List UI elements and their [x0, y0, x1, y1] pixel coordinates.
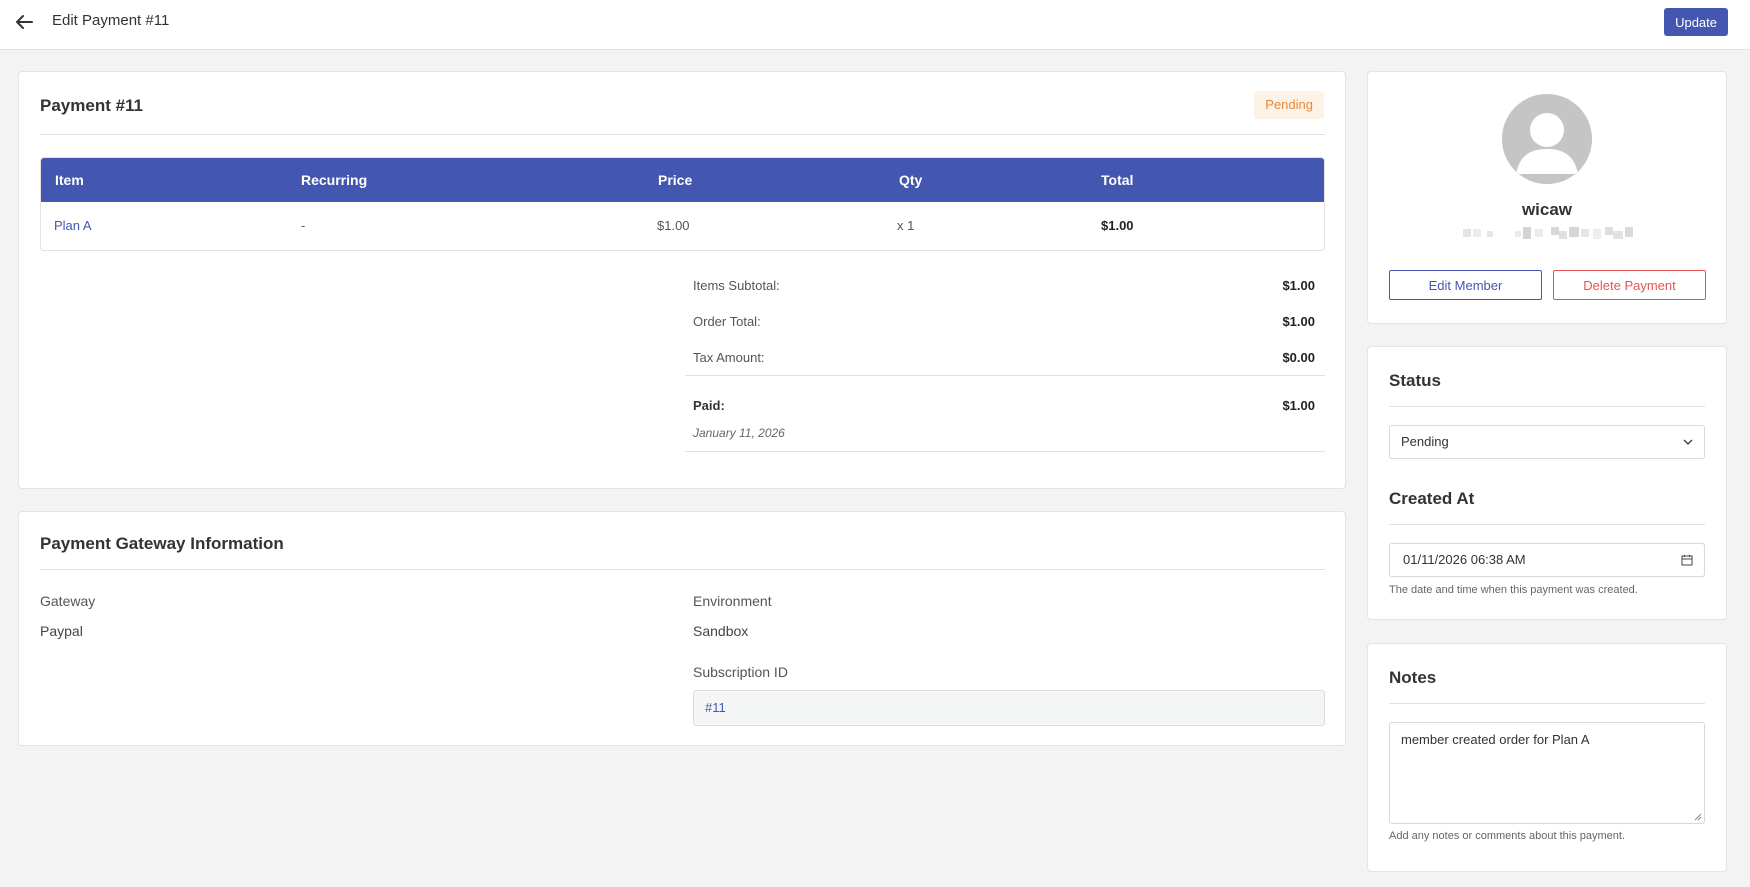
divider	[1389, 406, 1705, 407]
status-card: Status Pending Created At 01/11/2026 06:…	[1367, 346, 1727, 620]
item-total: $1.00	[1101, 218, 1134, 233]
tax-label: Tax Amount:	[693, 350, 765, 365]
arrow-left-icon	[16, 15, 33, 29]
item-price: $1.00	[657, 218, 690, 233]
divider	[1389, 703, 1705, 704]
top-bar: Edit Payment #11 Update	[0, 0, 1750, 50]
notes-value: member created order for Plan A	[1401, 732, 1590, 747]
page-title: Edit Payment #11	[52, 12, 170, 29]
header-item: Item	[55, 172, 84, 188]
summary-subtotal: Items Subtotal: $1.00	[693, 278, 1325, 293]
paid-value: $1.00	[1282, 398, 1315, 413]
divider	[685, 451, 1325, 452]
member-name: wicaw	[1521, 200, 1573, 219]
subscription-label: Subscription ID	[693, 664, 788, 680]
divider	[685, 375, 1325, 376]
order-total-value: $1.00	[1282, 314, 1315, 329]
gateway-label: Gateway	[40, 593, 96, 609]
calendar-icon[interactable]	[1681, 554, 1693, 566]
summary-tax: Tax Amount: $0.00	[693, 350, 1325, 365]
environment-label: Environment	[693, 593, 772, 609]
created-at-help: The date and time when this payment was …	[1389, 584, 1638, 596]
paid-label: Paid:	[693, 398, 725, 413]
subtotal-value: $1.00	[1282, 278, 1315, 293]
gateway-value: Paypal	[40, 623, 83, 639]
created-at-value: 01/11/2026 06:38 AM	[1403, 552, 1526, 567]
divider	[40, 134, 1325, 135]
chevron-down-icon	[1683, 439, 1693, 445]
avatar	[1502, 94, 1592, 184]
header-price: Price	[658, 172, 693, 188]
created-at-title: Created At	[1389, 489, 1475, 508]
redacted-email	[1463, 227, 1633, 239]
divider	[40, 569, 1325, 570]
table-header: Item Recurring Price Qty Total	[41, 158, 1324, 202]
resize-handle-icon[interactable]	[1693, 812, 1702, 821]
order-total-label: Order Total:	[693, 314, 761, 329]
notes-title: Notes	[1389, 668, 1437, 687]
status-badge: Pending	[1254, 91, 1324, 119]
subtotal-label: Items Subtotal:	[693, 278, 780, 293]
user-avatar-icon	[1502, 94, 1592, 184]
item-link[interactable]: Plan A	[54, 218, 92, 233]
paid-date: January 11, 2026	[693, 426, 785, 440]
status-select[interactable]: Pending	[1389, 425, 1705, 459]
gateway-title: Payment Gateway Information	[40, 534, 284, 553]
summary-order-total: Order Total: $1.00	[693, 314, 1325, 329]
notes-help: Add any notes or comments about this pay…	[1389, 830, 1626, 842]
status-selected-value: Pending	[1401, 434, 1449, 449]
status-title: Status	[1389, 371, 1441, 390]
member-card: wicaw Edit Member Delete Payment	[1367, 71, 1727, 324]
edit-member-button[interactable]: Edit Member	[1389, 270, 1542, 300]
tax-value: $0.00	[1282, 350, 1315, 365]
back-button[interactable]	[12, 10, 36, 34]
notes-textarea[interactable]: member created order for Plan A	[1389, 722, 1705, 824]
payment-card: Payment #11 Pending Item Recurring Price…	[18, 71, 1346, 489]
item-qty: x 1	[897, 218, 915, 233]
item-recurring: -	[301, 218, 306, 233]
header-recurring: Recurring	[301, 172, 368, 188]
notes-card: Notes member created order for Plan A Ad…	[1367, 643, 1727, 872]
items-table: Item Recurring Price Qty Total Plan A - …	[40, 157, 1325, 251]
header-total: Total	[1101, 172, 1134, 188]
update-button[interactable]: Update	[1664, 8, 1728, 36]
subscription-id-field[interactable]: #11	[693, 690, 1325, 726]
summary-paid: Paid: $1.00	[693, 398, 1325, 413]
divider	[1389, 524, 1705, 525]
delete-payment-button[interactable]: Delete Payment	[1553, 270, 1706, 300]
header-qty: Qty	[899, 172, 923, 188]
gateway-card: Payment Gateway Information Gateway Payp…	[18, 511, 1346, 746]
created-at-input[interactable]: 01/11/2026 06:38 AM	[1389, 543, 1705, 577]
environment-value: Sandbox	[693, 623, 749, 639]
payment-title: Payment #11	[40, 96, 144, 115]
